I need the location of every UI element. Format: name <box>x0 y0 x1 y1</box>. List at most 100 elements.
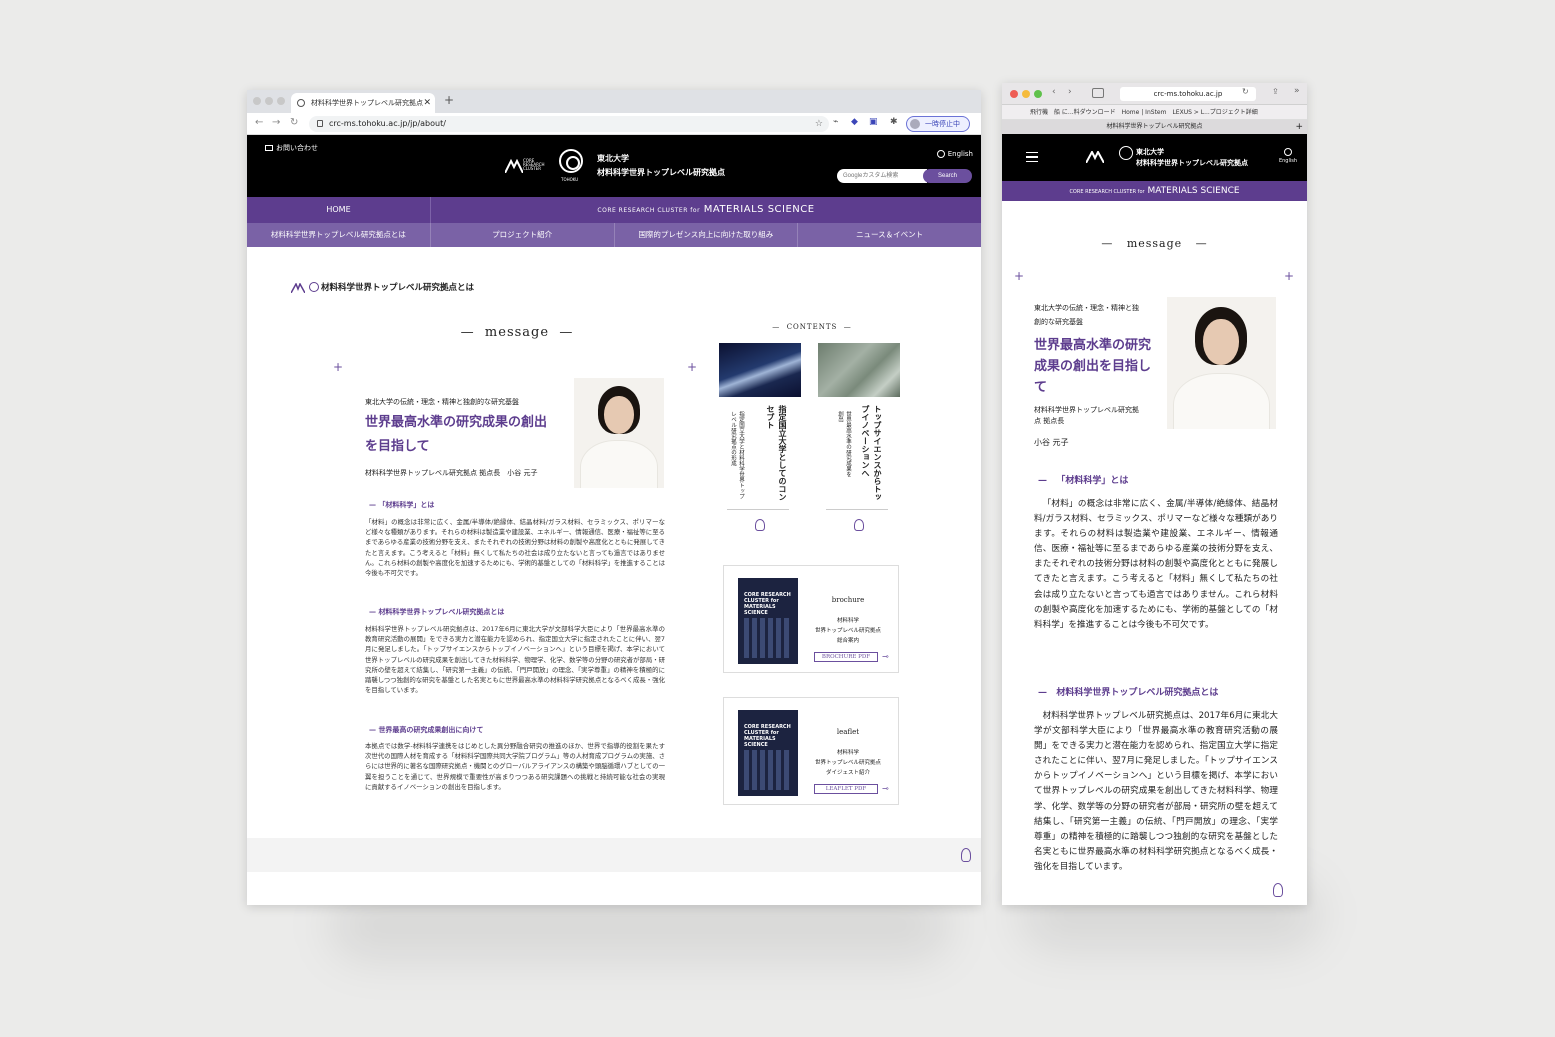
more-icon[interactable]: » <box>1294 86 1300 96</box>
university-name: 東北大学 <box>597 154 629 163</box>
extension-new-icon[interactable]: ▣ <box>869 117 878 127</box>
tohoku-logo <box>559 149 583 173</box>
nav-item-projects[interactable]: プロジェクト紹介 <box>431 223 615 247</box>
mobile-banner: CORE RESEARCH CLUSTER for MATERIALS SCIE… <box>1002 181 1307 201</box>
bookmark-star-icon[interactable]: ☆ <box>815 116 823 132</box>
arrow-right-icon: ⊸ <box>882 652 889 661</box>
banner-small: CORE RESEARCH CLUSTER for <box>597 207 701 214</box>
url-field[interactable]: crc-ms.tohoku.ac.jp <box>1120 87 1256 101</box>
contact-label: お問い合わせ <box>276 144 318 152</box>
lead-heading: 世界最高水準の研究成果の創出を目指して <box>365 415 548 454</box>
section-heading: — 材料科学世界トップレベル研究拠点とは <box>369 608 505 616</box>
mini-logo-icon <box>290 281 319 293</box>
scroll-top-icon[interactable] <box>961 848 971 862</box>
puzzle-icon[interactable]: ✱ <box>890 117 898 127</box>
section-paragraph: 「材料」の概念は非常に広く、金属/半導体/絶縁体、結晶材料/ガラス材料、セラミッ… <box>1034 499 1278 630</box>
leaflet-cover: CORE RESEARCH CLUSTER for MATERIALS SCIE… <box>738 710 798 796</box>
bulb-icon <box>854 519 864 531</box>
address-bar-row: ← → ↻ crc-ms.tohoku.ac.jp/jp/about/ ☆ ⌁ … <box>247 113 981 135</box>
card-desc: 指定国立大学と材料科学世界トップレベル研究拠点の形成 <box>730 411 744 499</box>
site-name[interactable]: 東北大学 材料科学世界トップレベル研究拠点 <box>597 152 725 180</box>
plus-mark-icon: + <box>1014 269 1025 283</box>
arrow-right-icon: ⊸ <box>882 784 889 793</box>
plus-mark-icon: + <box>687 360 698 374</box>
tohoku-logo <box>1119 146 1133 160</box>
message-title: message <box>484 325 550 340</box>
card-thumbnail <box>719 343 801 397</box>
back-icon[interactable]: ← <box>255 117 263 128</box>
plus-mark-icon: + <box>1284 269 1295 283</box>
contact-link[interactable]: お問い合わせ <box>265 143 318 153</box>
globe-icon <box>936 150 945 158</box>
tab-bar: 材料科学世界トップレベル研究拠点 ✕ + <box>247 90 981 113</box>
maximize-window-button[interactable] <box>1034 90 1042 98</box>
extension-badge-icon[interactable]: ◆ <box>851 117 858 127</box>
english-link[interactable]: English <box>936 150 973 158</box>
close-window-button[interactable] <box>253 97 261 105</box>
avatar <box>910 119 920 129</box>
bookmarks-bar[interactable]: 飛行機 船 に...料ダウンロード Home | InStem LEXUS > … <box>1002 105 1307 120</box>
section-paragraph: 本拠点では数学-材料科学連携をはじめとした異分野融合研究の推進のほか、世界で指導… <box>365 742 665 791</box>
section-heading: — 「材料科学」とは <box>1038 476 1129 486</box>
director-portrait <box>574 378 664 488</box>
close-window-button[interactable] <box>1010 90 1018 98</box>
reload-icon[interactable]: ↻ <box>1242 87 1249 96</box>
director-portrait <box>1167 297 1276 429</box>
page-content: 材料科学世界トップレベル研究拠点とは — message — + + + + 東… <box>247 247 981 872</box>
search-button[interactable]: Search <box>923 169 972 183</box>
director-role: 材料科学世界トップレベル研究拠点 拠点長 <box>1034 406 1139 425</box>
sidebar-icon[interactable] <box>1092 88 1104 98</box>
nav-item-about[interactable]: 材料科学世界トップレベル研究拠点とは <box>247 223 431 247</box>
back-icon[interactable]: ‹ <box>1052 87 1056 97</box>
pdf-desc: 材料科学 世界トップレベル研究拠点 ダイジェスト紹介 <box>814 750 881 776</box>
leaflet-pdf-button[interactable]: LEAFLET PDF <box>814 784 878 794</box>
share-icon[interactable]: ⇪ <box>1272 87 1279 96</box>
browser-tab[interactable]: 材料科学世界トップレベル研究拠点 ✕ <box>291 93 435 113</box>
english-label: English <box>947 150 973 158</box>
footer-strip <box>247 838 981 872</box>
reload-icon[interactable]: ↻ <box>290 117 298 128</box>
section-paragraph: 材料科学世界トップレベル研究拠点は、2017年6月に東北大学が文部科学大臣により… <box>365 625 665 695</box>
tohoku-logo-text: TOHOKU <box>561 177 579 182</box>
lock-icon <box>317 120 323 127</box>
crc-logo-text: CORE RESEARCH CLUSTER <box>523 158 545 171</box>
profile-pause-button[interactable]: 一時停止中 <box>906 116 970 132</box>
content-card[interactable]: トップサイエンスからトップイノベーションへ 世界最高水準の研究成果を創出 <box>818 343 900 543</box>
brochure-pdf-button[interactable]: BROCHURE PDF <box>814 652 878 662</box>
minimize-window-button[interactable] <box>265 97 273 105</box>
forward-icon[interactable]: › <box>1068 87 1072 97</box>
nav-item-news[interactable]: ニュース＆イベント <box>798 223 981 247</box>
scroll-top-icon[interactable] <box>1273 883 1283 897</box>
nav-home[interactable]: HOME <box>247 197 431 223</box>
brochure-cover: CORE RESEARCH CLUSTER for MATERIALS SCIE… <box>738 578 798 664</box>
maximize-window-button[interactable] <box>277 97 285 105</box>
close-tab-icon[interactable]: ✕ <box>423 93 431 113</box>
english-link[interactable]: English <box>1279 148 1297 164</box>
extension-icon[interactable]: ⌁ <box>833 117 838 127</box>
section-heading: — 材料科学世界トップレベル研究拠点とは <box>1038 688 1219 698</box>
site-name[interactable]: 東北大学 材料科学世界トップレベル研究拠点 <box>1136 147 1248 169</box>
pdf-label: brochure <box>831 596 865 604</box>
safari-toolbar: ‹ › crc-ms.tohoku.ac.jp ↻ ⇪ » <box>1002 83 1307 105</box>
message-heading: — message — <box>460 325 574 340</box>
new-tab-button[interactable]: + <box>1295 120 1303 134</box>
contents-heading: — CONTENTS — <box>772 323 852 331</box>
search-input[interactable] <box>837 169 927 183</box>
forward-icon[interactable]: → <box>272 117 280 128</box>
pdf-label: leaflet <box>836 728 860 736</box>
card-title: トップサイエンスからトップイノベーションへ <box>861 405 883 501</box>
new-tab-button[interactable]: + <box>444 93 454 107</box>
minimize-window-button[interactable] <box>1022 90 1030 98</box>
primary-nav: HOME CORE RESEARCH CLUSTER for MATERIALS… <box>247 197 981 223</box>
browser-tab[interactable]: 材料科学世界トップレベル研究拠点 + <box>1002 120 1307 134</box>
crc-logo: CORE RESEARCH CLUSTER <box>505 159 545 173</box>
desktop-browser-window: 材料科学世界トップレベル研究拠点 ✕ + ← → ↻ crc-ms.tohoku… <box>247 90 981 905</box>
secondary-nav: 材料科学世界トップレベル研究拠点とは プロジェクト紹介 国際的プレゼンス向上に向… <box>247 223 981 247</box>
section-paragraph: 「材料」の概念は非常に広く、金属/半導体/絶縁体、結晶材料/ガラス材料、セラミッ… <box>365 518 665 578</box>
globe-icon <box>1283 148 1292 156</box>
card-title: 指定国立大学としてのコンセプト <box>766 405 788 501</box>
menu-icon[interactable] <box>1026 152 1038 162</box>
nav-item-international[interactable]: 国際的プレゼンス向上に向けた取り組み <box>615 223 799 247</box>
content-card[interactable]: 指定国立大学としてのコンセプト 指定国立大学と材料科学世界トップレベル研究拠点の… <box>719 343 801 543</box>
url-field[interactable]: crc-ms.tohoku.ac.jp/jp/about/ ☆ <box>309 116 829 132</box>
